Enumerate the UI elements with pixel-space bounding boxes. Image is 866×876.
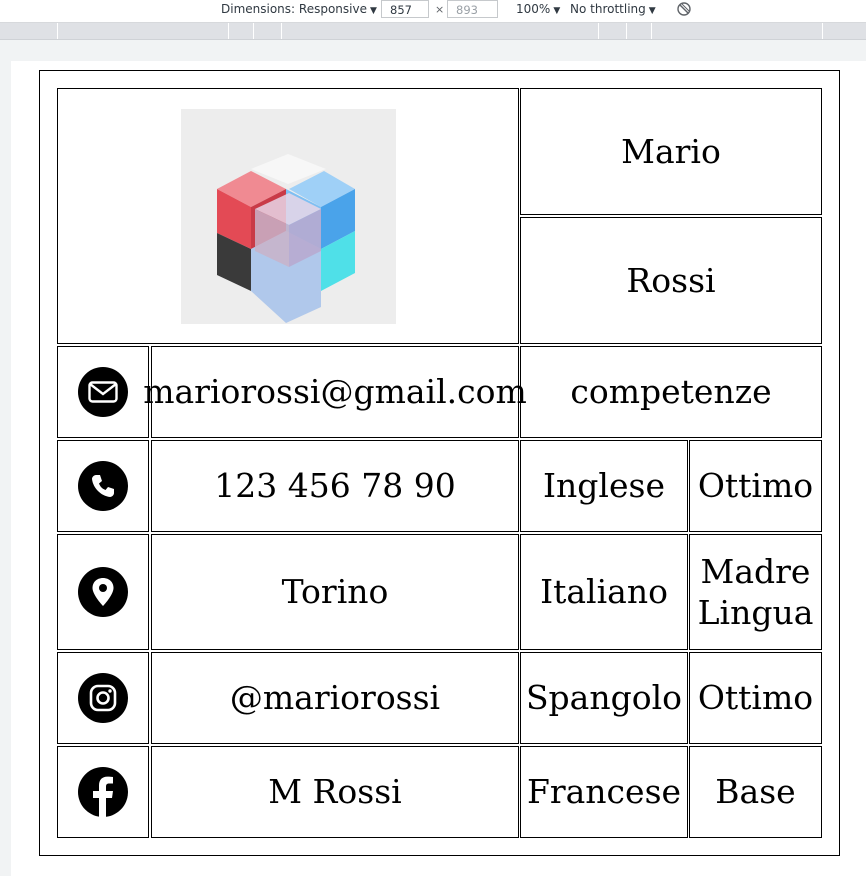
language-level: Ottimo (697, 678, 814, 718)
instagram-cell: @mariorossi (151, 652, 519, 744)
page-viewport: Mario Rossi mariorossi@gmail.com compete… (11, 61, 866, 876)
dimension-separator: × (435, 3, 445, 16)
phone-value: 123 456 78 90 (214, 466, 456, 506)
facebook-icon (78, 767, 128, 817)
language-level: Ottimo (697, 466, 814, 506)
email-icon (78, 367, 128, 417)
language-name: Italiano (540, 572, 668, 612)
media-query-ruler[interactable] (0, 23, 866, 40)
phone-icon-cell (57, 440, 149, 532)
language-cell: Francese (520, 746, 688, 838)
phone-cell: 123 456 78 90 (151, 440, 519, 532)
first-name: Mario (621, 131, 721, 171)
email-icon-cell (57, 346, 149, 438)
language-level: Base (715, 772, 796, 812)
throttling-label: No throttling (570, 2, 646, 16)
zoom-dropdown[interactable]: 100% ▼ (516, 2, 560, 16)
language-cell: Italiano (520, 534, 688, 650)
facebook-cell: M Rossi (151, 746, 519, 838)
language-level-cell: Base (689, 746, 822, 838)
instagram-icon (78, 673, 128, 723)
language-name: Spangolo (525, 678, 683, 718)
last-name-cell: Rossi (520, 217, 822, 344)
chevron-down-icon: ▼ (553, 6, 561, 16)
language-level: Madre Lingua (697, 551, 814, 632)
email-value[interactable]: mariorossi@gmail.com (143, 371, 527, 412)
language-name: Francese (526, 772, 682, 812)
last-name: Rossi (626, 260, 716, 300)
facebook-name[interactable]: M Rossi (268, 771, 401, 812)
chevron-down-icon: ▼ (648, 6, 656, 16)
instagram-handle[interactable]: @mariorossi (230, 677, 440, 718)
facebook-icon-cell (57, 746, 149, 838)
language-level-cell: Ottimo (689, 440, 822, 532)
throttling-dropdown[interactable]: No throttling ▼ (570, 2, 656, 16)
phone-icon (78, 461, 128, 511)
dimensions-dropdown[interactable]: Dimensions: Responsive ▼ (221, 2, 377, 16)
first-name-cell: Mario (520, 88, 822, 215)
width-input[interactable]: 857 (381, 0, 429, 18)
language-cell: Inglese (520, 440, 688, 532)
height-input[interactable]: 893 (447, 0, 498, 18)
skills-header-cell: competenze (520, 346, 822, 438)
location-icon-cell (57, 534, 149, 650)
zoom-label: 100% (516, 2, 551, 16)
language-level-cell: Madre Lingua (689, 534, 822, 650)
chevron-down-icon: ▼ (369, 6, 377, 16)
skills-header: competenze (570, 372, 772, 412)
email-cell: mariorossi@gmail.com (143, 346, 527, 438)
city-cell: Torino (151, 534, 519, 650)
language-level-cell: Ottimo (689, 652, 822, 744)
location-icon (78, 567, 128, 617)
dimensions-label: Dimensions: Responsive (221, 2, 367, 16)
rotate-icon[interactable] (676, 1, 692, 20)
profile-photo (180, 108, 396, 324)
photo-cell (57, 88, 519, 344)
language-name: Inglese (543, 466, 665, 506)
language-cell: Spangolo (520, 652, 688, 744)
city-value: Torino (281, 572, 389, 612)
instagram-icon-cell (57, 652, 149, 744)
devtools-toolbar: Dimensions: Responsive ▼ 857 × 893 100% ▼ … (0, 0, 866, 23)
